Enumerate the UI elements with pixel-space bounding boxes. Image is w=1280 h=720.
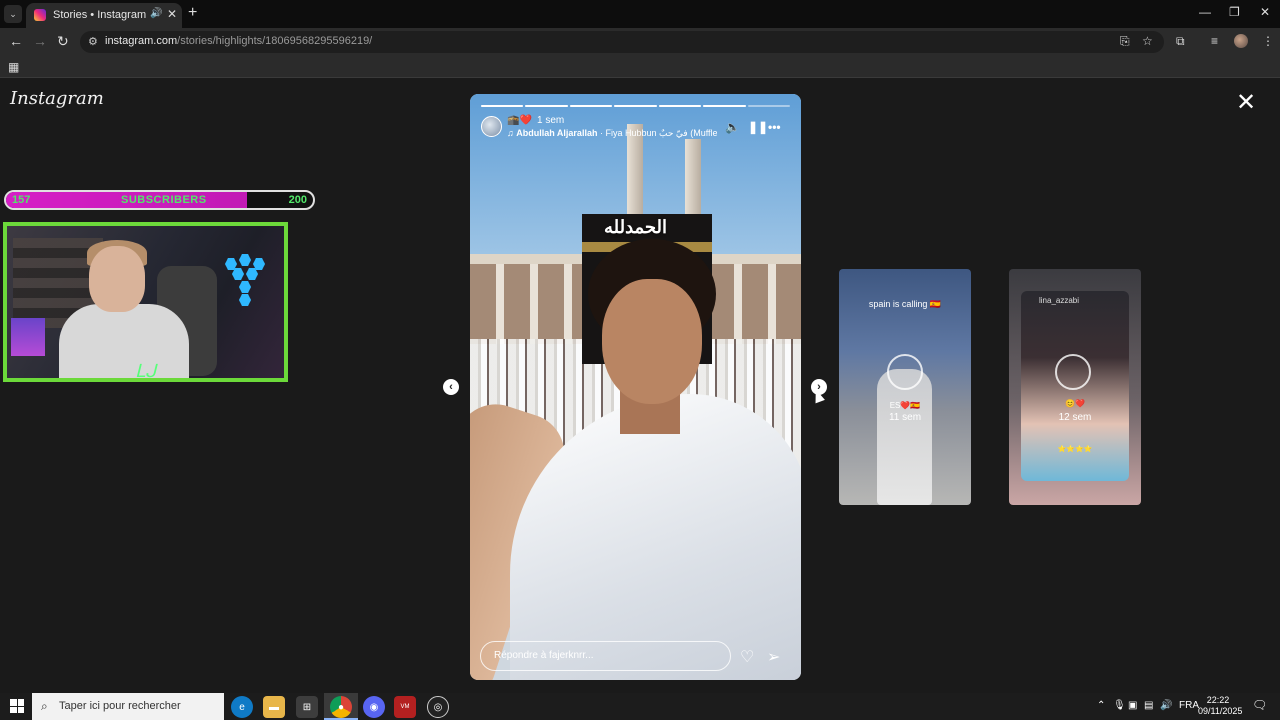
chrome-icon[interactable]: ● [330, 696, 352, 718]
extensions-icon[interactable]: ⧉ [1176, 34, 1185, 49]
story-viewer[interactable]: الحمدلله 🕋❤️ 1 sem ♫ Abdullah Aljarallah… [470, 94, 801, 680]
story-preview[interactable]: lina_azzabi 😊❤️ 12 sem ⭐⭐⭐⭐ [1009, 269, 1141, 505]
tray-device-icon[interactable]: ▣ [1128, 700, 1137, 711]
close-window-icon[interactable]: ✕ [1260, 5, 1270, 19]
preview-time: 12 sem [1058, 412, 1092, 423]
store-icon[interactable]: ⊞ [296, 696, 318, 718]
story-progress-segment [525, 105, 568, 107]
person-face [602, 279, 702, 404]
story-progress-segment [703, 105, 746, 107]
microphone-icon[interactable]: 🎙 [1113, 700, 1126, 711]
windows-start-icon[interactable] [10, 699, 24, 713]
reply-input[interactable]: Répondre à fajerknrr... [480, 641, 731, 671]
media-icon[interactable]: ≡ [1211, 34, 1218, 48]
install-icon[interactable]: ⎘ [1120, 34, 1130, 49]
obs-icon[interactable]: ◎ [427, 696, 449, 718]
preview-time: 11 sem [888, 412, 922, 423]
url-text[interactable]: instagram.com/stories/highlights/1806956… [105, 35, 372, 47]
volume-icon[interactable]: 🔈 [725, 120, 740, 134]
preview-caption: spain is calling 🇪🇸 [868, 299, 942, 309]
site-settings-icon[interactable]: ⚙ [88, 35, 98, 48]
star-icon[interactable]: ☆ [1142, 34, 1153, 48]
apps-grid-icon[interactable]: ▦ [8, 60, 19, 74]
edge-icon[interactable]: e [231, 696, 253, 718]
story-author-emojis[interactable]: 🕋❤️ [507, 115, 532, 126]
close-stories-icon[interactable]: ✕ [1236, 91, 1256, 115]
streamer-head [89, 246, 145, 312]
subscriber-goal-bar: 157 SUBSCRIBERS 200 [4, 190, 315, 210]
preview-stars: ⭐⭐⭐⭐ [1057, 446, 1093, 453]
windows-taskbar: ⌕ Taper ici pour rechercher e ▬ ⊞ ● ◉ VM… [0, 693, 1280, 720]
taskbar-search-placeholder: Taper ici pour rechercher [59, 700, 181, 712]
tray-chevron-icon[interactable]: ⌃ [1097, 700, 1105, 711]
story-progress-segment [569, 105, 613, 107]
instagram-favicon [34, 9, 46, 21]
kebab-menu-icon[interactable]: ⋮ [1262, 34, 1274, 48]
subscriber-count: 157 [12, 194, 31, 206]
subscriber-label: SUBSCRIBERS [121, 194, 207, 206]
file-explorer-icon[interactable]: ▬ [263, 696, 285, 718]
preview-avatar-ring [1055, 354, 1091, 390]
heart-icon[interactable]: ♡ [740, 647, 754, 667]
webcam-monitor [11, 318, 45, 356]
tab-title: Stories • Instagram [53, 9, 147, 21]
volume-tray-icon[interactable]: 🔊 [1160, 700, 1172, 711]
taskbar-search[interactable]: ⌕ Taper ici pour rechercher [32, 693, 224, 720]
story-author-avatar[interactable] [481, 116, 502, 137]
restore-icon[interactable]: ❐ [1229, 5, 1240, 19]
webcam-signature: ᒪᒍ [135, 361, 157, 381]
voicemeeter-icon[interactable]: VM [394, 696, 416, 718]
browser-toolbar: ← → ↻ ⚙ instagram.com/stories/highlights… [0, 28, 1280, 56]
minimize-icon[interactable]: — [1199, 5, 1211, 19]
language-indicator[interactable]: FRA [1179, 700, 1199, 711]
search-icon: ⌕ [41, 699, 48, 713]
story-text-overlay: الحمدلله [603, 217, 668, 237]
more-options-icon[interactable]: ••• [768, 120, 781, 134]
send-icon[interactable]: ➢ [767, 647, 780, 667]
browser-tab[interactable]: Stories • Instagram 🔊 ✕ [26, 3, 182, 28]
tab-search-icon[interactable]: ⌄ [4, 5, 22, 23]
story-progress-bar [481, 105, 790, 107]
instagram-logo[interactable]: Instagram [10, 88, 104, 109]
clock-time: 22:22 [1206, 695, 1230, 705]
plus-icon[interactable]: + [188, 4, 197, 22]
preview-sticker: ES❤️🇪🇸 [889, 401, 921, 410]
preview-username: lina_azzabi [1039, 296, 1080, 305]
webcam-overlay: ᒪᒍ [3, 222, 288, 382]
back-icon[interactable]: ← [9, 33, 23, 49]
network-icon[interactable]: ▤ [1144, 700, 1153, 711]
story-time: 1 sem [537, 115, 565, 126]
preview-sticker: 😊❤️ [1065, 399, 1085, 408]
story-music-info[interactable]: ♫ Abdullah Aljarallah · Fiya Hubbun ‏فيّ… [507, 128, 717, 139]
streamer-body [59, 304, 189, 378]
story-progress-segment [658, 105, 702, 107]
close-icon[interactable]: ✕ [167, 7, 177, 21]
tab-strip: ⌄ Stories • Instagram 🔊 ✕ + — ❐ ✕ [0, 0, 1280, 28]
previous-story-button[interactable]: ‹ [443, 379, 459, 395]
clock-date: 09/11/2025 [1198, 706, 1243, 716]
story-preview[interactable]: spain is calling 🇪🇸 ES❤️🇪🇸 11 sem [839, 269, 971, 505]
forward-icon[interactable]: → [33, 33, 47, 49]
profile-avatar[interactable] [1234, 34, 1248, 48]
story-progress-segment [614, 105, 657, 107]
pause-icon[interactable]: ❚❚ [748, 120, 768, 134]
bookmarks-bar: ▦ [0, 56, 1280, 78]
discord-icon[interactable]: ◉ [363, 696, 385, 718]
instagram-stories-page: Instagram ✕ 157 SUBSCRIBERS 200 ᒪᒍ ‹ الح… [0, 79, 1280, 693]
reload-icon[interactable]: ↻ [57, 33, 69, 50]
reply-placeholder: Répondre à fajerknrr... [494, 650, 594, 661]
story-progress-segment [747, 105, 790, 107]
subscriber-goal: 200 [288, 194, 307, 206]
audio-icon[interactable]: 🔊 [150, 8, 162, 19]
notifications-icon[interactable]: 🗨 [1252, 698, 1267, 712]
preview-avatar-ring [887, 354, 923, 390]
story-progress-segment [481, 105, 524, 107]
address-bar[interactable]: ⚙ instagram.com/stories/highlights/18069… [80, 31, 1164, 53]
taskbar-clock[interactable]: 22:22 09/11/2025 [1198, 695, 1243, 717]
